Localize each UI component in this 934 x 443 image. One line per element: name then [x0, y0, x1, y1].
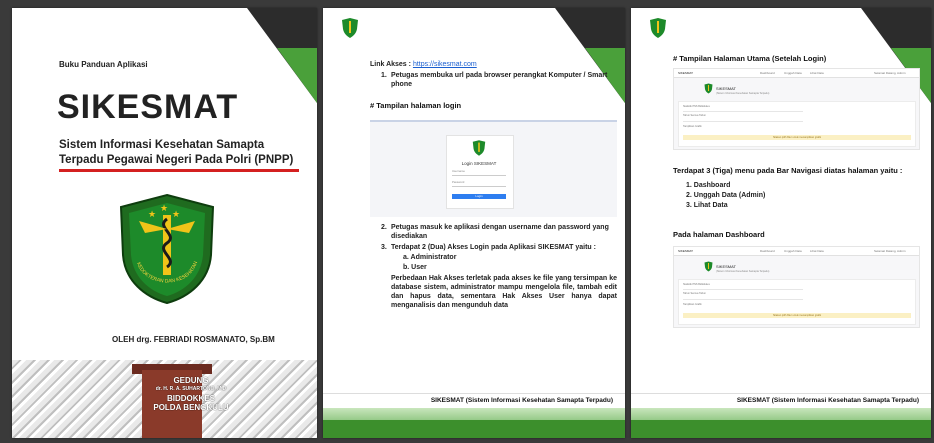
building-sign-line1: GEDUNG	[173, 376, 209, 385]
card-divider	[683, 289, 803, 290]
dashboard-logo-icon	[704, 261, 713, 272]
cover-title: SIKESMAT	[57, 88, 239, 126]
access-link-label: Link Akses :	[370, 61, 413, 68]
card-title: Statistik PNS Biddokkes	[683, 283, 710, 286]
nav-unggah[interactable]: Unggah Data	[784, 249, 802, 253]
building-sign: GEDUNG dr. H. R. A. SUHARTONO, M.D BIDDO…	[146, 376, 236, 412]
footer-title: SIKESMAT (Sistem Informasi Kesehatan Sam…	[736, 397, 919, 404]
login-logo-icon	[472, 140, 486, 156]
red-divider	[59, 169, 299, 172]
password-field[interactable]: Password	[452, 180, 506, 187]
access-difference-paragraph: Perbedaan Hak Akses terletak pada akses …	[391, 275, 617, 309]
nav-dashboard[interactable]: Dashboard	[760, 249, 775, 253]
biddokkes-emblem-icon: KEDOKTERAN DAN KESEHATAN ★ ★ ★	[119, 193, 215, 305]
footer-title: SIKESMAT (Sistem Informasi Kesehatan Sam…	[430, 397, 613, 404]
main-page-heading: # Tampilan Halaman Utama (Setelah Login)	[673, 54, 827, 63]
dashboard-brand-sub: (Sistem Informasi Kesehatan Samapta Terp…	[716, 270, 770, 273]
card-title: Statistik PNS Biddokkes	[683, 105, 710, 108]
cover-page: Buku Panduan Aplikasi SIKESMAT Sistem In…	[12, 8, 317, 438]
dashboard-logo-icon	[704, 83, 713, 94]
login-button[interactable]: Login	[452, 194, 506, 199]
dashboard-brand: SIKESMAT	[716, 86, 736, 91]
menu-item-unggah: 2. Unggah Data (Admin)	[686, 192, 766, 199]
svg-text:★: ★	[172, 209, 180, 219]
card-divider	[683, 121, 803, 122]
card-sub[interactable]: Tampilkan Grafik	[683, 125, 702, 128]
nav-lihat[interactable]: Lihat Data	[810, 71, 824, 75]
nav-user[interactable]: Selamat Datang, Admin	[874, 249, 906, 253]
nav-unggah[interactable]: Unggah Data	[784, 71, 802, 75]
login-heading: # Tampilan halaman login	[370, 101, 462, 110]
dashboard-screenshot-1: SIKESMAT Dashboard Unggah Data Lihat Dat…	[673, 68, 920, 150]
page-dashboard-guide: # Tampilan Halaman Utama (Setelah Login)…	[631, 8, 931, 438]
access-user: b. User	[403, 264, 427, 271]
footer-rule	[323, 393, 625, 394]
dashboard-heading: Pada halaman Dashboard	[673, 230, 765, 239]
nav-lihat[interactable]: Lihat Data	[810, 249, 824, 253]
card-divider	[683, 111, 803, 112]
step-1-number: 1.	[381, 72, 387, 79]
step-1-text: Petugas membuka url pada browser perangk…	[391, 72, 608, 88]
cover-subtitle-line2: Terpadu Pegawai Negeri Pada Polri (PNPP)	[59, 154, 294, 166]
step-3-text: Terdapat 2 (Dua) Akses Login pada Aplika…	[391, 244, 596, 251]
building-sign-line2: dr. H. R. A. SUHARTONO, M.D	[155, 386, 227, 392]
footer-band-dark	[631, 420, 931, 438]
dashboard-brand: SIKESMAT	[716, 264, 736, 269]
svg-text:★: ★	[148, 209, 156, 219]
access-admin: a. Administrator	[403, 254, 457, 261]
menu-intro: Terdapat 3 (Tiga) menu pada Bar Navigasi…	[673, 166, 903, 175]
step-3-number: 3.	[381, 244, 387, 251]
menu-item-lihat: 3. Lihat Data	[686, 202, 728, 209]
dashboard-navbar: SIKESMAT Dashboard Unggah Data Lihat Dat…	[674, 69, 919, 78]
username-field[interactable]: Username	[452, 169, 506, 176]
card-divider	[683, 299, 803, 300]
login-title: Login SIKESMAT	[461, 161, 497, 166]
nav-brand[interactable]: SIKESMAT	[678, 71, 693, 75]
author-line: OLEH drg. FEBRIADI ROSMANATO, Sp.BM	[112, 335, 275, 344]
building-sign-line3: BIDDOKKES	[166, 394, 215, 403]
step-2-number: 2.	[381, 224, 387, 231]
card-filter[interactable]: Tahun Semua Tahun	[683, 292, 706, 295]
dashboard-navbar: SIKESMAT Dashboard Unggah Data Lihat Dat…	[674, 247, 919, 256]
guide-label: Buku Panduan Aplikasi	[59, 60, 148, 69]
menu-item-dashboard: 1. Dashboard	[686, 182, 731, 189]
card-filter[interactable]: Tahun Semua Tahun	[683, 114, 706, 117]
page-login-guide: Link Akses : https://sikesmat.com 1. Pet…	[323, 8, 625, 438]
step-2-text: Petugas masuk ke aplikasi dengan usernam…	[391, 224, 609, 240]
access-link[interactable]: https://sikesmat.com	[413, 61, 477, 68]
emblem-small-icon	[650, 18, 666, 38]
cover-subtitle: Sistem Informasi Kesehatan Samapta Terpa…	[59, 138, 293, 168]
nav-brand[interactable]: SIKESMAT	[678, 249, 693, 253]
statistics-card: Statistik PNS Biddokkes Tahun Semua Tahu…	[678, 101, 916, 147]
card-notice: Silakan pilih filter untuk menampilkan g…	[683, 135, 911, 140]
dashboard-brand-sub: (Sistem Informasi Kesehatan Samapta Terp…	[716, 92, 770, 95]
building-sign-line4: POLDA BENGKULU	[153, 403, 229, 412]
cover-subtitle-line1: Sistem Informasi Kesehatan Samapta	[59, 139, 265, 151]
nav-user[interactable]: Selamat Datang, Admin	[874, 71, 906, 75]
footer-rule	[631, 393, 931, 394]
svg-text:★: ★	[160, 203, 168, 213]
footer-band-dark	[323, 420, 625, 438]
dashboard-screenshot-2: SIKESMAT Dashboard Unggah Data Lihat Dat…	[673, 246, 920, 328]
card-notice: Silakan pilih filter untuk menampilkan g…	[683, 313, 911, 318]
card-sub[interactable]: Tampilkan Grafik	[683, 303, 702, 306]
statistics-card: Statistik PNS Biddokkes Tahun Semua Tahu…	[678, 279, 916, 325]
access-link-line: Link Akses : https://sikesmat.com	[370, 60, 477, 69]
corner-decoration-green	[277, 48, 317, 103]
nav-dashboard[interactable]: Dashboard	[760, 71, 775, 75]
emblem-small-icon	[342, 18, 358, 38]
